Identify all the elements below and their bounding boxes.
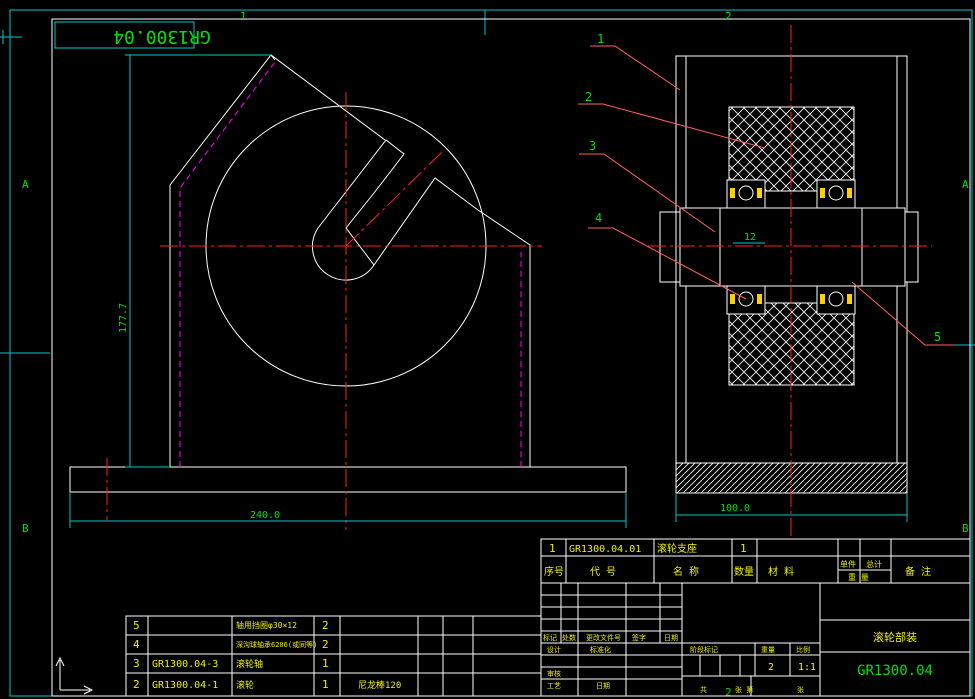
scale-label: 比例: [796, 645, 810, 654]
zone-right-b: B: [962, 522, 969, 535]
bracket-outline: [169, 54, 531, 467]
sheets-label: 共: [700, 685, 707, 694]
lower-row-qty: 1: [322, 678, 329, 691]
lower-row-name: 滚轮: [236, 679, 254, 691]
weight-value: 2: [768, 662, 774, 673]
role-date: 日期: [596, 682, 610, 690]
header-remark: 备 注: [905, 565, 931, 578]
weight-label: 重量: [761, 646, 775, 654]
rev-header-date: 日期: [664, 634, 678, 642]
lower-row-3: 3 GR1300.04-3 滚轮轴 1: [133, 657, 329, 670]
lower-row-name: 轴用挡圈φ30×12: [236, 620, 297, 630]
callout-5: 5: [934, 330, 941, 344]
cad-drawing: 1 2 A B A B 2 GR1300.04 177.7 240.0 100.…: [0, 9, 975, 699]
header-weight: 重 量: [848, 572, 869, 582]
zone-bottom-2: 2: [725, 686, 732, 699]
callout-4: 4: [595, 211, 602, 225]
rev-header-count: 处数: [562, 633, 576, 642]
drawing-number: GR1300.04: [857, 663, 933, 679]
scale-value: 1:1: [798, 662, 816, 673]
header-qty: 数量: [734, 565, 754, 578]
axle-slot: [311, 139, 479, 281]
callout-3: 3: [589, 139, 596, 153]
role-standard: 标准化: [590, 645, 611, 654]
lower-row-5: 5 轴用挡圈φ30×12 2: [133, 619, 329, 632]
header-code: 代 号: [590, 566, 616, 578]
upper-row-code: GR1300.04.01: [569, 544, 641, 555]
hidden-lines: [179, 61, 522, 467]
lower-row-4: 4 深沟球轴承6206(或同等) 2: [133, 638, 329, 651]
header-total: 总计: [866, 559, 882, 569]
lower-row-qty: 2: [322, 638, 329, 651]
zone-top-2: 2: [725, 10, 732, 23]
zone-left-a: A: [22, 178, 29, 191]
mirrored-drawing-number: GR1300.04: [113, 26, 211, 47]
sheet-end: 张: [797, 685, 804, 694]
zone-right-a: A: [962, 178, 969, 191]
stage-label: 阶段标记: [690, 645, 718, 654]
lower-row-qty: 2: [322, 619, 329, 632]
callout-1: 1: [597, 32, 604, 46]
parts-list-upper: 1 GR1300.04.01 滚轮支座 1 序号 代 号 名 称 数量 材 料 …: [540, 538, 971, 584]
base-plate: [69, 466, 627, 493]
zone-left-b: B: [22, 522, 29, 535]
ucs-icon: [55, 656, 94, 695]
drawing-title: 滚轮部装: [873, 630, 917, 644]
parts-list-lower: 5 轴用挡圈φ30×12 2 4 深沟球轴承6206(或同等) 2 3 GR13…: [125, 615, 542, 697]
upper-row-seq: 1: [549, 542, 556, 555]
role-design: 设计: [547, 645, 561, 654]
lower-row-seq: 3: [133, 657, 140, 670]
lower-row-name: 滚轮轴: [236, 658, 263, 670]
header-name: 名 称: [673, 565, 699, 578]
right-view: 100.0 12 1 2 3 4 5: [578, 25, 955, 540]
left-dimensions: [69, 54, 627, 528]
left-centerlines: [106, 92, 542, 530]
upper-row-qty: 1: [740, 542, 747, 555]
role-process: 工艺: [547, 682, 561, 690]
rev-header-doc: 更改文件号: [586, 633, 621, 642]
lower-row-2: 2 GR1300.04-1 滚轮 1 尼龙棒120: [133, 678, 401, 691]
lower-row-seq: 4: [133, 638, 140, 651]
callout-2: 2: [585, 90, 592, 104]
lower-row-code: GR1300.04-1: [152, 680, 218, 691]
base-width-dimension: 240.0: [250, 510, 280, 521]
header-material: 材 料: [768, 565, 794, 578]
rev-header-mark: 标记: [543, 633, 557, 642]
sheet-label: 张 第: [735, 685, 753, 694]
header-unit: 单件: [840, 559, 856, 569]
upper-row-name: 滚轮支座: [657, 542, 697, 555]
lower-row-seq: 2: [133, 678, 140, 691]
title-block: 标记 处数 更改文件号 签字 日期 设计 标准化 审核 工艺 日期 阶段标记 重…: [540, 582, 971, 697]
rev-header-sign: 签字: [632, 633, 646, 642]
left-view: 177.7 240.0: [69, 54, 627, 530]
mirrored-number-box: GR1300.04: [54, 21, 211, 49]
lower-row-name: 深沟球轴承6206(或同等): [236, 640, 317, 649]
lower-row-seq: 5: [133, 619, 140, 632]
lower-row-code: GR1300.04-3: [152, 659, 218, 670]
role-review: 审核: [547, 669, 561, 678]
zone-top-1: 1: [240, 10, 247, 23]
roller-width-dimension: 100.0: [720, 503, 750, 514]
callout-leaders: [578, 45, 955, 346]
header-seq: 序号: [544, 565, 564, 578]
axle-offset-dimension: 12: [744, 232, 756, 243]
lower-row-material: 尼龙棒120: [358, 679, 401, 691]
lower-row-qty: 1: [322, 657, 329, 670]
height-dimension: 177.7: [118, 303, 129, 333]
